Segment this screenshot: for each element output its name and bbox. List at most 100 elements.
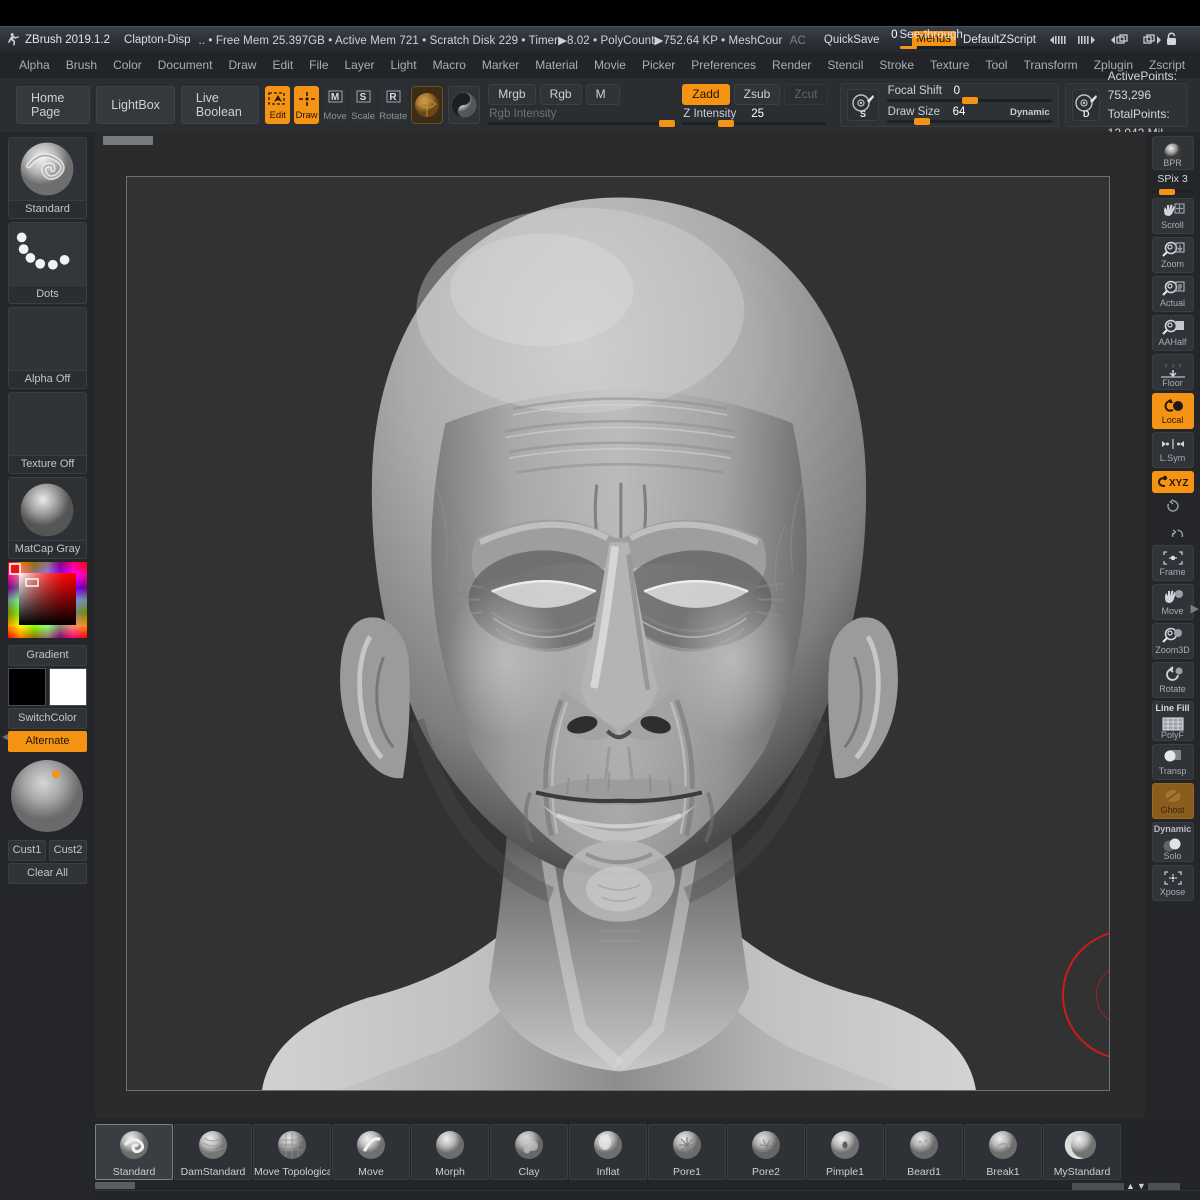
canvas-area[interactable] bbox=[95, 132, 1145, 1118]
next-window-icon[interactable] bbox=[1141, 33, 1165, 47]
aahalf-button[interactable]: AAHalf bbox=[1152, 315, 1194, 351]
scroll-up-icon[interactable]: ▲ bbox=[1126, 1182, 1135, 1190]
lsym-button[interactable]: L.Sym bbox=[1152, 432, 1194, 468]
material-preview-sphere[interactable] bbox=[8, 756, 87, 836]
z-intensity-knob[interactable] bbox=[718, 120, 734, 127]
rgb-intensity-slider[interactable]: Rgb Intensity bbox=[488, 109, 676, 126]
menu-item-tool[interactable]: Tool bbox=[978, 56, 1014, 75]
bpr-render-button[interactable]: BPR bbox=[1152, 136, 1194, 170]
solo-button[interactable]: Dynamic Solo bbox=[1152, 822, 1194, 862]
transp-button[interactable]: Transp bbox=[1152, 744, 1194, 780]
menu-item-preferences[interactable]: Preferences bbox=[684, 56, 763, 75]
brush-item-morph[interactable]: Morph bbox=[411, 1124, 489, 1180]
frame-button[interactable]: Frame bbox=[1152, 545, 1194, 581]
menu-item-layer[interactable]: Layer bbox=[338, 56, 382, 75]
document-frame[interactable] bbox=[126, 176, 1110, 1091]
canvas-scroll-nub[interactable] bbox=[103, 136, 153, 145]
zadd-button[interactable]: Zadd bbox=[682, 84, 729, 105]
move-shelf-button[interactable]: Move bbox=[1152, 584, 1194, 620]
menu-item-light[interactable]: Light bbox=[384, 56, 424, 75]
local-button[interactable]: Local bbox=[1152, 393, 1194, 429]
menu-item-transform[interactable]: Transform bbox=[1016, 56, 1084, 75]
brush-item-move-topologica[interactable]: Move Topologica bbox=[253, 1124, 331, 1180]
rotate-shelf-button[interactable]: Rotate bbox=[1152, 662, 1194, 698]
document-name[interactable]: Clapton-Disp bbox=[124, 34, 190, 46]
focal-shift-slider[interactable]: Focal Shift 0 bbox=[887, 86, 1052, 103]
menu-item-stroke[interactable]: Stroke bbox=[872, 56, 921, 75]
menu-item-movie[interactable]: Movie bbox=[587, 56, 633, 75]
draw-mode-button[interactable]: Draw bbox=[294, 86, 319, 124]
brush-item-pimple1[interactable]: Pimple1 bbox=[806, 1124, 884, 1180]
rgb-intensity-knob[interactable] bbox=[659, 120, 675, 127]
rotate-mode-button[interactable]: R Rotate bbox=[379, 86, 407, 124]
spix-knob[interactable] bbox=[1159, 189, 1175, 195]
cust2-button[interactable]: Cust2 bbox=[49, 840, 87, 861]
zcut-button[interactable]: Zcut bbox=[784, 84, 827, 105]
right-shelf-collapse-icon[interactable]: ▶ bbox=[1191, 602, 1199, 615]
color-picker-gradient[interactable] bbox=[8, 562, 87, 638]
draw-size-knob[interactable] bbox=[914, 118, 930, 125]
quicksave-button[interactable]: QuickSave bbox=[824, 34, 880, 46]
scroll-bar-right[interactable] bbox=[1148, 1183, 1180, 1190]
dynamic-label[interactable]: Dynamic bbox=[1010, 107, 1050, 118]
home-page-button[interactable]: Home Page bbox=[16, 86, 90, 124]
color-picker[interactable] bbox=[8, 562, 87, 643]
menu-item-render[interactable]: Render bbox=[765, 56, 818, 75]
m-button[interactable]: M bbox=[586, 84, 620, 105]
left-shelf-collapse-icon[interactable]: ◄ bbox=[0, 732, 10, 743]
live-boolean-button[interactable]: Live Boolean bbox=[181, 86, 259, 124]
spix-slider[interactable]: SPix 3 bbox=[1150, 173, 1196, 195]
stroke-palette[interactable]: Dots bbox=[8, 222, 87, 304]
zoom3d-button[interactable]: Zoom3D bbox=[1152, 623, 1194, 659]
ghost-button[interactable]: Ghost bbox=[1152, 783, 1194, 819]
brush-item-pore2[interactable]: Pore2 bbox=[727, 1124, 805, 1180]
brush-shelf-scroll-right[interactable]: ▲ ▼ bbox=[1072, 1182, 1192, 1190]
menu-item-stencil[interactable]: Stencil bbox=[820, 56, 870, 75]
zoom-button[interactable]: Zoom bbox=[1152, 237, 1194, 273]
actual-button[interactable]: Actual bbox=[1152, 276, 1194, 312]
rotate-x-button[interactable] bbox=[1152, 496, 1194, 516]
scroll-down-icon[interactable]: ▼ bbox=[1137, 1182, 1146, 1190]
menu-item-material[interactable]: Material bbox=[528, 56, 585, 75]
secondary-color-swatch[interactable] bbox=[49, 668, 87, 706]
next-script-icon[interactable] bbox=[1077, 34, 1099, 46]
switchcolor-button[interactable]: SwitchColor bbox=[8, 708, 87, 729]
brush-item-damstandard[interactable]: DamStandard bbox=[174, 1124, 252, 1180]
floor-button[interactable]: xyz Floor bbox=[1152, 354, 1194, 390]
scroll-bar-left[interactable] bbox=[1072, 1183, 1124, 1190]
z-intensity-slider[interactable]: Z Intensity 25 bbox=[682, 109, 826, 126]
menu-item-edit[interactable]: Edit bbox=[265, 56, 300, 75]
brush-item-clay[interactable]: Clay bbox=[490, 1124, 568, 1180]
alpha-palette[interactable]: Alpha Off bbox=[8, 307, 87, 389]
focal-shift-knob[interactable] bbox=[962, 97, 978, 104]
menu-item-picker[interactable]: Picker bbox=[635, 56, 682, 75]
polyframe-button[interactable]: Line Fill PolyF bbox=[1152, 701, 1194, 741]
brush-d-icon[interactable]: D bbox=[1072, 89, 1100, 121]
menu-item-file[interactable]: File bbox=[302, 56, 335, 75]
menu-item-marker[interactable]: Marker bbox=[475, 56, 526, 75]
brush-s-icon[interactable]: S bbox=[847, 89, 879, 121]
menu-item-brush[interactable]: Brush bbox=[59, 56, 104, 75]
menu-item-alpha[interactable]: Alpha bbox=[12, 56, 57, 75]
brush-item-standard[interactable]: Standard bbox=[95, 1124, 173, 1180]
zscript-name[interactable]: DefaultZScript bbox=[963, 34, 1036, 46]
xyz-button[interactable]: XYZ bbox=[1152, 471, 1194, 493]
scale-mode-button[interactable]: S Scale bbox=[351, 86, 375, 124]
zsub-button[interactable]: Zsub bbox=[734, 84, 781, 105]
menu-item-draw[interactable]: Draw bbox=[221, 56, 263, 75]
menu-item-document[interactable]: Document bbox=[151, 56, 220, 75]
mrgb-button[interactable]: Mrgb bbox=[488, 84, 535, 105]
current-stroke-thumbnail[interactable] bbox=[448, 86, 480, 124]
current-brush-thumbnail[interactable] bbox=[411, 86, 443, 124]
move-mode-button[interactable]: M Move bbox=[323, 86, 347, 124]
texture-palette[interactable]: Texture Off bbox=[8, 392, 87, 474]
menu-item-color[interactable]: Color bbox=[106, 56, 149, 75]
lightbox-button[interactable]: LightBox bbox=[96, 86, 175, 124]
rgb-button[interactable]: Rgb bbox=[540, 84, 582, 105]
prev-window-icon[interactable] bbox=[1108, 33, 1132, 47]
brush-item-beard1[interactable]: Beard1 bbox=[885, 1124, 963, 1180]
lock-icon[interactable] bbox=[1165, 32, 1178, 47]
xpose-button[interactable]: Xpose bbox=[1152, 865, 1194, 901]
brush-item-mystandard[interactable]: MyStandard bbox=[1043, 1124, 1121, 1180]
brush-item-move[interactable]: Move bbox=[332, 1124, 410, 1180]
